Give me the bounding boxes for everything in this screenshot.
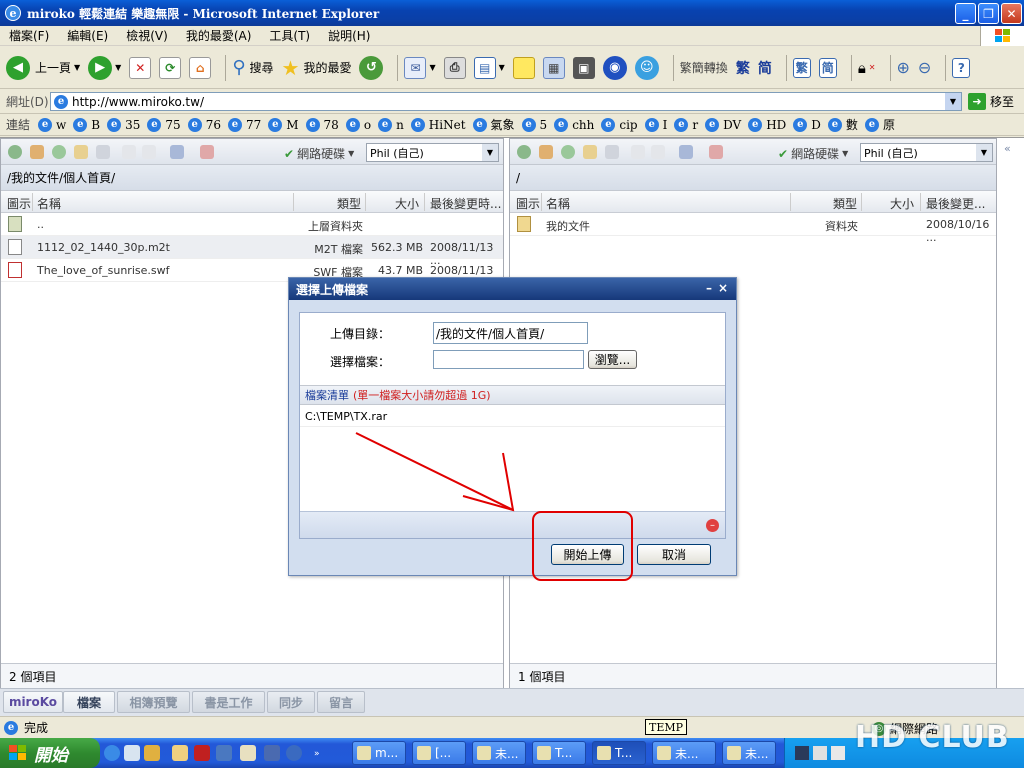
app-icon <box>477 746 491 760</box>
app-icon <box>597 746 611 760</box>
taskbar-task[interactable]: m... <box>352 741 406 765</box>
app2-quicklaunch-icon[interactable] <box>264 745 280 761</box>
taskbar-task[interactable]: [... <box>412 741 466 765</box>
task-label: T... <box>615 746 633 760</box>
desktop-quicklaunch-icon[interactable] <box>124 745 140 761</box>
app-icon <box>357 746 371 760</box>
taskbar-task[interactable]: 未... <box>472 741 526 765</box>
book-quicklaunch-icon[interactable] <box>240 745 256 761</box>
annotation-overlay <box>355 432 633 581</box>
app-icon <box>657 746 671 760</box>
hdclub-watermark: HD CLUB <box>855 720 1010 755</box>
tray-icon[interactable] <box>831 746 845 760</box>
task-label: 未... <box>675 746 699 761</box>
ve-quicklaunch-icon[interactable] <box>194 745 210 761</box>
task-label: m... <box>375 746 399 760</box>
folder-quicklaunch-icon[interactable] <box>172 745 188 761</box>
ie-page-icon: e <box>4 720 18 735</box>
media-quicklaunch-icon[interactable] <box>286 745 302 761</box>
windows-logo-icon <box>9 745 26 760</box>
taskbar-task[interactable]: 未... <box>722 741 776 765</box>
app-icon <box>537 746 551 760</box>
task-label: 未... <box>495 746 519 761</box>
app-icon <box>417 746 431 760</box>
taskbar: 開始 » m... [... 未... T... T... 未... 未... HD CLU… <box>0 720 1024 768</box>
annotation-highlight-box <box>532 511 633 581</box>
task-label: 未... <box>745 746 769 761</box>
doc-quicklaunch-icon[interactable] <box>216 745 232 761</box>
annotation-arrow-head <box>462 452 515 512</box>
app-quicklaunch-icon[interactable] <box>144 745 160 761</box>
task-label: T... <box>555 746 573 760</box>
tooltip: TEMP <box>645 719 688 735</box>
start-button[interactable]: 開始 <box>0 738 100 768</box>
chevron-right-icon[interactable]: » <box>314 749 324 759</box>
taskbar-task[interactable]: T... <box>532 741 586 765</box>
ie-quicklaunch-icon[interactable] <box>104 745 120 761</box>
status-text: 完成 <box>24 721 49 735</box>
start-label: 開始 <box>34 745 68 766</box>
task-label: [... <box>435 746 452 760</box>
tray-icon[interactable] <box>795 746 809 760</box>
system-tray: HD CLUB <box>784 720 1024 768</box>
app-icon <box>727 746 741 760</box>
taskbar-task[interactable]: T... <box>592 741 646 765</box>
tray-icon[interactable] <box>813 746 827 760</box>
taskbar-task[interactable]: 未... <box>652 741 716 765</box>
annotation-arrow-line <box>355 432 514 511</box>
